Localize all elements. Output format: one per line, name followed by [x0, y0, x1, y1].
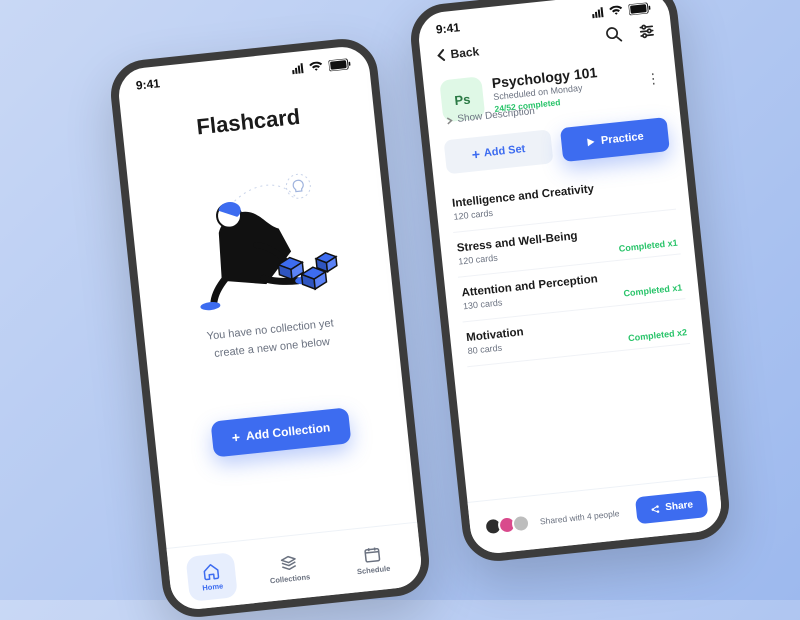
stack-icon [279, 553, 299, 573]
share-icon [650, 503, 661, 514]
wifi-icon [608, 5, 623, 16]
status-bar: 9:41 [116, 44, 370, 98]
battery-icon [328, 58, 351, 71]
battery-icon [628, 2, 651, 15]
filter-icon[interactable] [637, 22, 656, 46]
plus-icon: + [231, 430, 241, 445]
back-button[interactable]: Back [436, 44, 480, 62]
signal-icon [292, 63, 304, 74]
plus-icon: + [471, 147, 481, 162]
add-collection-label: Add Collection [245, 420, 331, 443]
tab-collections[interactable]: Collections [253, 543, 326, 595]
tab-schedule[interactable]: Schedule [340, 534, 406, 585]
page-title: Flashcard [122, 96, 375, 148]
back-label: Back [450, 44, 480, 61]
play-icon [586, 137, 596, 148]
calendar-icon [362, 545, 382, 565]
tab-bar: Home Collections Schedule [166, 522, 423, 612]
tab-home[interactable]: Home [185, 552, 238, 602]
detail-footer: Shared with 4 people Share [467, 476, 723, 556]
chevron-left-icon [436, 49, 447, 62]
phone-home: 9:41 Flashcard [107, 36, 432, 620]
shared-label: Shared with 4 people [539, 508, 619, 526]
empty-illustration [128, 158, 393, 324]
avatar [511, 513, 531, 533]
add-collection-button[interactable]: + Add Collection [210, 407, 352, 457]
wifi-icon [308, 61, 323, 72]
status-time: 9:41 [135, 76, 160, 92]
phone-detail: 9:41 Back Ps Psychology 101 Scheduled on… [407, 0, 732, 564]
add-set-label: Add Set [483, 143, 526, 159]
add-set-button[interactable]: + Add Set [444, 129, 554, 174]
share-button[interactable]: Share [635, 490, 708, 524]
tab-home-label: Home [202, 581, 224, 592]
practice-label: Practice [600, 131, 644, 147]
share-label: Share [665, 499, 694, 513]
set-list: Intelligence and Creativity 120 cards St… [434, 159, 704, 372]
status-time: 9:41 [435, 20, 460, 36]
shared-avatars[interactable]: Shared with 4 people [483, 504, 620, 536]
search-icon[interactable] [605, 25, 624, 49]
home-icon [201, 562, 221, 582]
practice-button[interactable]: Practice [560, 117, 670, 162]
tab-schedule-label: Schedule [357, 564, 391, 576]
tab-collections-label: Collections [269, 572, 310, 585]
chevron-right-icon [445, 116, 454, 125]
signal-icon [592, 7, 604, 18]
